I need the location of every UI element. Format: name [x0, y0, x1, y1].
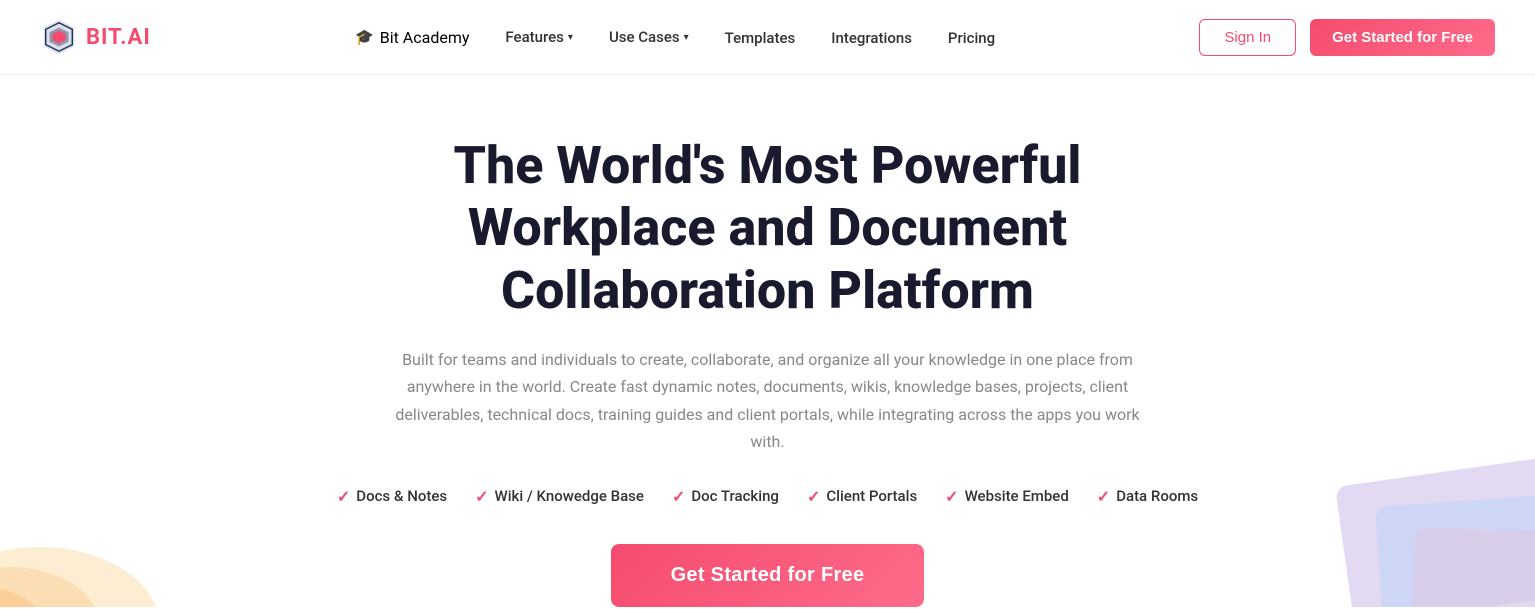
get-started-nav-button[interactable]: Get Started for Free [1310, 19, 1495, 56]
feature-website-embed: ✓ Website Embed [945, 487, 1069, 506]
nav-links: 🎓 Bit Academy Features ▾ Use Cases ▾ Tem… [355, 28, 995, 47]
hero-section: The World's Most Powerful Workplace and … [0, 75, 1535, 607]
feature-doc-tracking: ✓ Doc Tracking [672, 487, 779, 506]
check-icon: ✓ [672, 487, 685, 506]
check-icon: ✓ [945, 487, 958, 506]
nav-actions: Sign In Get Started for Free [1199, 19, 1495, 56]
logo-text: BIT.AI [86, 25, 151, 50]
deco-bottom-left [0, 427, 200, 607]
nav-use-cases-label: Use Cases [609, 28, 680, 46]
features-list: ✓ Docs & Notes ✓ Wiki / Knowedge Base ✓ … [337, 487, 1198, 506]
logo-icon [40, 18, 78, 56]
chevron-down-icon: ▾ [684, 32, 689, 43]
nav-templates[interactable]: Templates [725, 29, 796, 47]
mortarboard-icon: 🎓 [355, 28, 374, 46]
check-icon: ✓ [337, 487, 350, 506]
check-icon: ✓ [1097, 487, 1110, 506]
nav-academy-label: Bit Academy [380, 28, 470, 47]
feature-wiki: ✓ Wiki / Knowedge Base [475, 487, 644, 506]
nav-pricing[interactable]: Pricing [948, 29, 995, 47]
check-icon: ✓ [807, 487, 820, 506]
feature-label: Client Portals [826, 487, 917, 505]
signin-button[interactable]: Sign In [1199, 19, 1296, 56]
navbar: BIT.AI 🎓 Bit Academy Features ▾ Use Case… [0, 0, 1535, 75]
nav-use-cases[interactable]: Use Cases ▾ [609, 28, 689, 46]
feature-label: Website Embed [965, 487, 1069, 505]
feature-client-portals: ✓ Client Portals [807, 487, 917, 506]
get-started-cta-button[interactable]: Get Started for Free [611, 544, 925, 607]
nav-academy[interactable]: 🎓 Bit Academy [355, 28, 469, 47]
nav-integrations[interactable]: Integrations [831, 29, 912, 47]
hero-title: The World's Most Powerful Workplace and … [318, 135, 1218, 322]
feature-data-rooms: ✓ Data Rooms [1097, 487, 1198, 506]
deco-bottom-right [1255, 447, 1535, 607]
nav-features-label: Features [505, 28, 563, 46]
feature-label: Wiki / Knowedge Base [495, 487, 644, 505]
feature-label: Data Rooms [1116, 487, 1198, 505]
feature-docs-notes: ✓ Docs & Notes [337, 487, 447, 506]
chevron-down-icon: ▾ [568, 32, 573, 43]
nav-features[interactable]: Features ▾ [505, 28, 573, 46]
feature-label: Docs & Notes [356, 487, 447, 505]
check-icon: ✓ [475, 487, 488, 506]
feature-label: Doc Tracking [691, 487, 779, 505]
hero-subtitle: Built for teams and individuals to creat… [378, 346, 1158, 455]
logo[interactable]: BIT.AI [40, 18, 151, 56]
